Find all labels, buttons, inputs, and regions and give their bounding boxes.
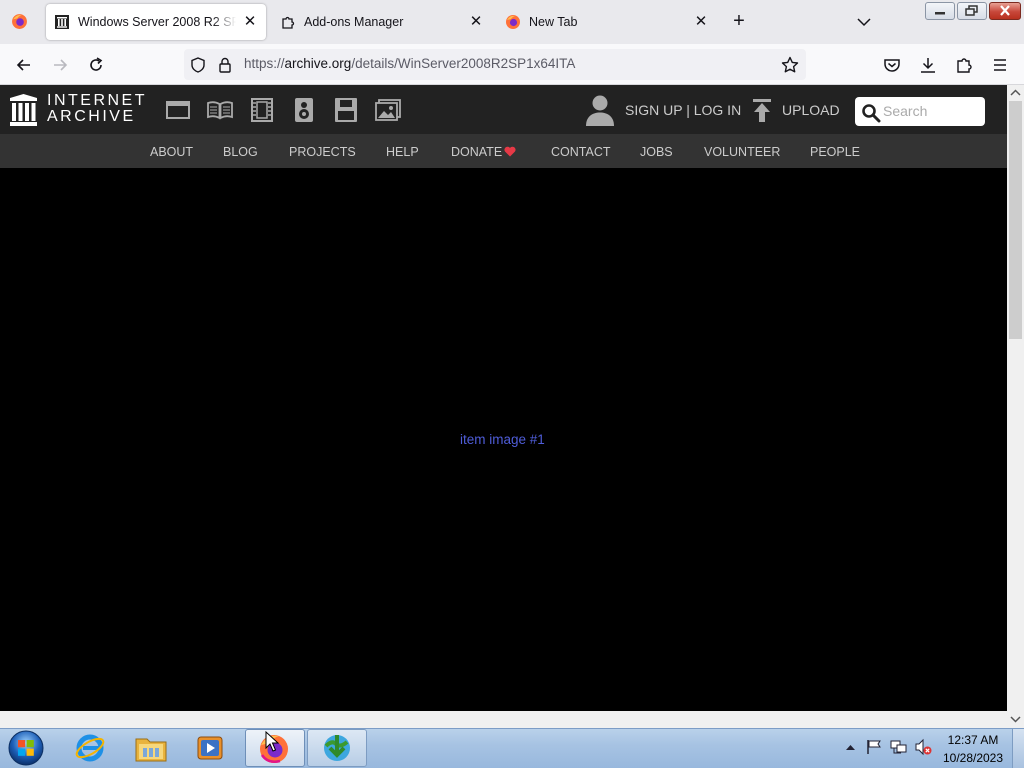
mouse-cursor-icon [265, 731, 280, 752]
video-icon[interactable] [249, 98, 275, 122]
minimize-button[interactable] [925, 2, 955, 20]
download-manager-icon[interactable] [320, 732, 354, 764]
tab-addons-manager[interactable]: Add-ons Manager ✕ [272, 4, 492, 40]
scroll-up-arrow-icon[interactable] [1009, 87, 1022, 99]
nav-blog[interactable]: BLOG [223, 145, 258, 159]
nav-volunteer[interactable]: VOLUNTEER [704, 145, 780, 159]
restore-button[interactable] [957, 2, 987, 20]
search-icon[interactable] [861, 103, 881, 123]
app-menu-icon[interactable] [990, 55, 1010, 75]
forward-icon[interactable] [50, 55, 70, 75]
network-icon[interactable] [890, 739, 908, 755]
scrollbar-thumb[interactable] [1009, 101, 1022, 339]
nav-people[interactable]: PEOPLE [810, 145, 860, 159]
media-player-icon[interactable] [196, 734, 226, 762]
nav-projects[interactable]: PROJECTS [289, 145, 356, 159]
show-hidden-icons-icon[interactable] [845, 742, 856, 752]
internet-explorer-icon[interactable] [74, 732, 106, 764]
clock-time[interactable]: 12:37 AM [944, 733, 1002, 747]
upload-icon[interactable] [751, 99, 773, 123]
extensions-icon[interactable] [954, 55, 974, 75]
scroll-down-arrow-icon[interactable] [1009, 713, 1022, 725]
tab-windows-server[interactable]: Windows Server 2008 R2 SP1 x64 ITA ✕ [46, 4, 266, 40]
firefox-icon [506, 15, 520, 29]
bottom-scroll-gutter [0, 711, 1007, 728]
texts-icon[interactable] [207, 98, 233, 122]
audio-icon[interactable] [291, 98, 317, 122]
list-all-tabs-icon[interactable] [854, 13, 874, 31]
tab-title: Add-ons Manager [304, 15, 404, 29]
nav-help[interactable]: HELP [386, 145, 419, 159]
nav-jobs[interactable]: JOBS [640, 145, 673, 159]
close-icon [1000, 5, 1010, 16]
close-window-button[interactable] [989, 2, 1021, 20]
file-explorer-icon[interactable] [134, 733, 168, 763]
heart-icon[interactable] [504, 146, 516, 157]
minimize-icon [935, 12, 945, 15]
close-icon[interactable]: ✕ [693, 14, 709, 30]
archive-icon [55, 15, 69, 29]
images-icon[interactable] [375, 98, 401, 122]
new-tab-button[interactable]: + [729, 11, 749, 32]
bookmark-star-icon[interactable] [780, 55, 800, 75]
tracking-protection-icon[interactable] [189, 56, 207, 74]
sign-up-login-link[interactable]: SIGN UP | LOG IN [625, 102, 741, 118]
volume-muted-icon[interactable] [914, 738, 932, 756]
tab-title: Windows Server 2008 R2 SP1 x64 ITA [78, 15, 236, 29]
search-placeholder: Search [883, 103, 928, 119]
user-avatar-icon[interactable] [585, 94, 615, 126]
restore-icon [965, 5, 978, 16]
nav-donate[interactable]: DONATE [451, 145, 502, 159]
software-icon[interactable] [333, 98, 359, 122]
web-icon[interactable] [165, 98, 191, 122]
clock-date[interactable]: 10/28/2023 [942, 751, 1004, 765]
show-desktop-button[interactable] [1012, 729, 1024, 768]
nav-contact[interactable]: CONTACT [551, 145, 611, 159]
start-orb-icon[interactable] [6, 729, 46, 767]
downloads-icon[interactable] [918, 55, 938, 75]
tab-title: New Tab [529, 15, 578, 29]
action-center-flag-icon[interactable] [866, 739, 882, 755]
firefox-view-icon[interactable] [11, 13, 28, 30]
upload-link[interactable]: UPLOAD [782, 102, 840, 118]
ia-logo-text[interactable]: INTERNET ARCHIVE [47, 93, 147, 125]
reload-icon[interactable] [86, 55, 106, 75]
site-info-lock-icon[interactable] [216, 56, 234, 74]
ia-logo-icon[interactable] [9, 94, 38, 126]
item-image-link[interactable]: item image #1 [460, 432, 545, 447]
close-icon[interactable]: ✕ [242, 14, 258, 30]
back-icon[interactable] [14, 55, 34, 75]
url-text[interactable]: https://archive.org/details/WinServer200… [244, 56, 575, 71]
pocket-icon[interactable] [882, 55, 902, 75]
nav-about[interactable]: ABOUT [150, 145, 193, 159]
tab-new-tab[interactable]: New Tab ✕ [497, 4, 717, 40]
puzzle-icon [282, 16, 295, 29]
close-icon[interactable]: ✕ [468, 14, 484, 30]
